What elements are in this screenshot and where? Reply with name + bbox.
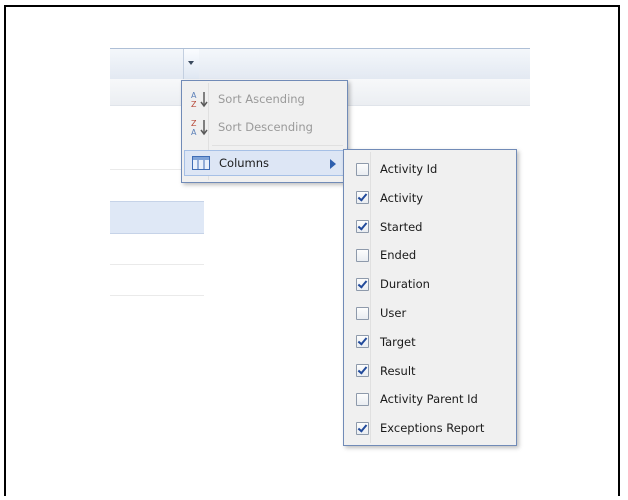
chevron-down-icon — [188, 61, 194, 65]
svg-text:A: A — [191, 91, 197, 100]
checkbox-unchecked-icon[interactable] — [355, 162, 369, 176]
checkbox-unchecked-icon[interactable] — [355, 306, 369, 320]
columns-submenu: Activity Id Activity Started Ended Duration U… — [343, 149, 517, 446]
column-toggle-item[interactable]: Activity Parent Id — [346, 386, 514, 412]
svg-text:Z: Z — [191, 119, 197, 128]
column-toggle-item[interactable]: Ended — [346, 242, 514, 268]
columns-menu-item[interactable]: Columns — [184, 150, 345, 176]
sort-ascending-label: Sort Ascending — [218, 92, 305, 106]
table-row[interactable] — [110, 264, 204, 296]
svg-text:Z: Z — [191, 100, 197, 108]
submenu-arrow-icon — [330, 159, 336, 169]
column-toggle-item[interactable]: Result — [346, 358, 514, 384]
sort-ascending-icon: AZ — [190, 89, 210, 109]
column-checkbox-wrap — [352, 159, 372, 179]
column-toggle-item[interactable]: Activity Id — [346, 156, 514, 182]
column-checkbox-wrap — [352, 217, 372, 237]
checkbox-checked-icon[interactable] — [355, 335, 369, 349]
column-checkbox-wrap — [352, 332, 372, 352]
column-toggle-label: Activity — [380, 190, 424, 205]
column-toggle-item[interactable]: Duration — [346, 271, 514, 297]
column-header-menu: AZ Sort Ascending ZA Sort Descending Col… — [181, 80, 348, 183]
column-menu-trigger[interactable] — [183, 49, 199, 79]
menu-separator — [212, 145, 343, 146]
column-toggle-item[interactable]: Activity — [346, 185, 514, 211]
column-toggle-label: Exceptions Report — [380, 421, 485, 436]
column-checkbox-wrap — [352, 245, 372, 265]
column-toggle-item[interactable]: User — [346, 300, 514, 326]
column-checkbox-wrap — [352, 389, 372, 409]
column-checkbox-wrap — [352, 188, 372, 208]
column-toggle-item[interactable]: Target — [346, 329, 514, 355]
columns-label: Columns — [219, 156, 270, 170]
column-toggle-item[interactable]: Exceptions Report — [346, 415, 514, 441]
column-checkbox-wrap — [352, 418, 372, 438]
column-toggle-label: Duration — [380, 277, 430, 292]
column-toggle-label: User — [380, 306, 407, 320]
column-checkbox-wrap — [352, 361, 372, 381]
checkbox-checked-icon[interactable] — [355, 220, 369, 234]
column-checkbox-wrap — [352, 303, 372, 323]
checkbox-checked-icon[interactable] — [355, 277, 369, 291]
grid-column-header[interactable] — [110, 48, 530, 80]
checkbox-checked-icon[interactable] — [355, 191, 369, 205]
sort-descending-icon: ZA — [190, 117, 210, 137]
column-toggle-label: Ended — [380, 248, 417, 263]
column-toggle-label: Target — [380, 334, 416, 349]
sort-ascending-menu-item[interactable]: AZ Sort Ascending — [184, 86, 345, 112]
column-toggle-label: Result — [380, 363, 416, 378]
column-toggle-label: Activity Parent Id — [380, 392, 478, 407]
checkbox-unchecked-icon[interactable] — [355, 248, 369, 262]
columns-icon — [191, 153, 211, 173]
table-row-selected[interactable] — [110, 201, 204, 234]
column-toggle-label: Activity Id — [380, 162, 438, 176]
checkbox-checked-icon[interactable] — [355, 421, 369, 435]
column-toggle-item[interactable]: Started — [346, 214, 514, 240]
svg-text:A: A — [191, 128, 197, 136]
checkbox-unchecked-icon[interactable] — [355, 392, 369, 406]
column-toggle-label: Started — [380, 219, 423, 234]
sort-descending-label: Sort Descending — [218, 120, 313, 134]
column-checkbox-wrap — [352, 274, 372, 294]
checkbox-checked-icon[interactable] — [355, 364, 369, 378]
table-row[interactable] — [110, 233, 204, 265]
sort-descending-menu-item[interactable]: ZA Sort Descending — [184, 114, 345, 140]
